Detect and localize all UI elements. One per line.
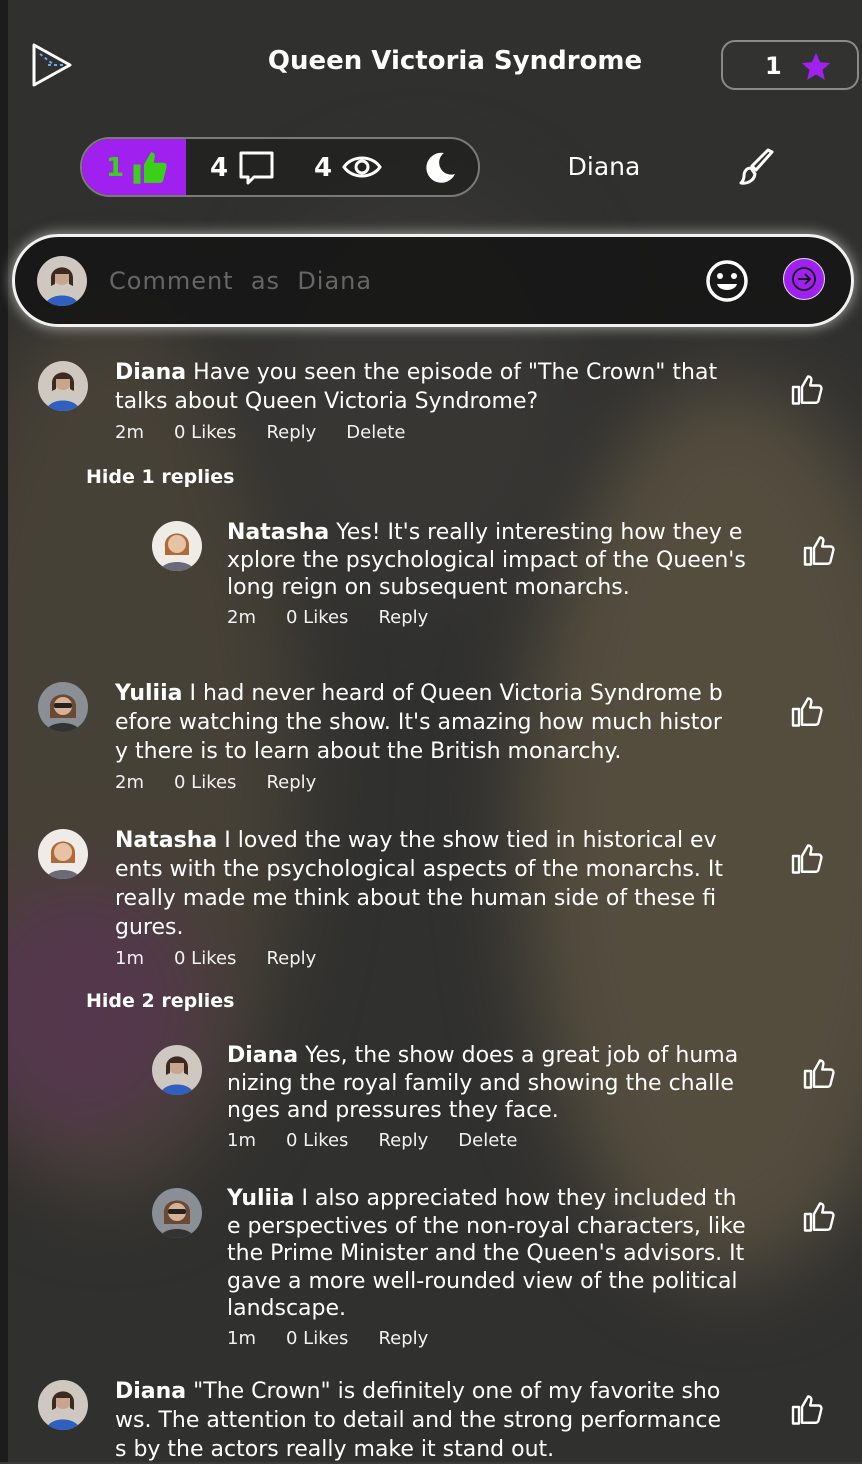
comment-text: Yes, the show does a great job of humani… <box>227 1043 739 1123</box>
like-count: 1 <box>106 153 125 183</box>
arrow-right-icon <box>792 267 816 291</box>
comment: Yuliia I had never heard of Queen Victor… <box>115 679 727 793</box>
emoji-icon[interactable] <box>705 259 749 303</box>
thumbs-up-icon[interactable] <box>790 1392 826 1428</box>
comment-author[interactable]: Diana <box>115 360 186 385</box>
stats-bar: 1 4 4 <box>80 137 480 197</box>
reply-comment: Diana Yes, the show does a great job of … <box>227 1042 747 1151</box>
star-icon <box>801 52 831 80</box>
comment-likes: 0 Likes <box>286 1129 349 1151</box>
comment-time: 1m <box>227 1327 256 1349</box>
page-title: Queen Victoria Syndrome <box>267 46 643 76</box>
comment-likes: 0 Likes <box>286 1327 349 1349</box>
send-button[interactable] <box>783 258 825 300</box>
comment-time: 2m <box>227 606 256 628</box>
delete-button[interactable]: Delete <box>346 422 405 443</box>
paintbrush-icon[interactable] <box>738 148 778 188</box>
view-count: 4 <box>314 153 333 183</box>
like-button[interactable]: 1 <box>82 139 186 195</box>
thumbs-up-icon[interactable] <box>802 533 838 569</box>
comment-likes: 0 Likes <box>286 606 349 628</box>
eye-icon <box>342 156 382 178</box>
thumbs-up-icon[interactable] <box>790 372 826 408</box>
reply-button[interactable]: Reply <box>378 1130 428 1151</box>
comment-text: I had never heard of Queen Victoria Synd… <box>115 681 723 764</box>
comment-author[interactable]: Natasha <box>227 520 329 545</box>
avatar <box>152 1188 202 1238</box>
comment-likes: 0 Likes <box>174 422 237 443</box>
comment-time: 1m <box>227 1129 256 1151</box>
reply-comment: Yuliia I also appreciated how they inclu… <box>227 1185 747 1349</box>
thumbs-up-icon[interactable] <box>790 694 826 730</box>
comment-composer <box>12 234 854 327</box>
reply-button[interactable]: Reply <box>378 607 428 628</box>
comment: Natasha I loved the way the show tied in… <box>115 826 727 969</box>
comment-time: 1m <box>115 948 144 969</box>
thumbs-up-icon[interactable] <box>790 841 826 877</box>
comment-author[interactable]: Yuliia <box>227 1186 294 1211</box>
comment-author[interactable]: Yuliia <box>115 681 182 706</box>
reply-comment: Natasha Yes! It's really interesting how… <box>227 519 747 628</box>
comment-author[interactable]: Diana <box>115 1379 186 1404</box>
comment-text: "The Crown" is definitely one of my favo… <box>115 1379 721 1462</box>
hide-replies-toggle[interactable]: Hide 2 replies <box>86 990 234 1012</box>
moon-icon[interactable] <box>422 150 458 186</box>
hide-replies-toggle[interactable]: Hide 1 replies <box>86 466 234 488</box>
comment-input[interactable] <box>107 263 671 299</box>
avatar <box>38 1380 88 1430</box>
app-logo-icon[interactable] <box>30 42 74 88</box>
reply-button[interactable]: Reply <box>266 422 316 443</box>
avatar <box>37 256 87 306</box>
comment: Diana Have you seen the episode of "The … <box>115 358 727 443</box>
comment-author[interactable]: Diana <box>227 1043 298 1068</box>
comment-count: 4 <box>210 153 229 183</box>
thumbs-up-filled-icon <box>133 152 167 184</box>
avatar <box>38 682 88 732</box>
thumbs-up-icon[interactable] <box>802 1056 838 1092</box>
comment-likes: 0 Likes <box>174 948 237 969</box>
comment-time: 2m <box>115 772 144 793</box>
current-username: Diana <box>567 152 641 181</box>
reply-button[interactable]: Reply <box>378 1328 428 1349</box>
comment-likes: 0 Likes <box>174 772 237 793</box>
comment: Diana "The Crown" is definitely one of m… <box>115 1377 727 1464</box>
comment-time: 2m <box>115 422 144 443</box>
avatar <box>152 521 202 571</box>
star-rating-button[interactable]: 1 <box>721 40 859 90</box>
thumbs-up-icon[interactable] <box>802 1199 838 1235</box>
reply-button[interactable]: Reply <box>266 772 316 793</box>
delete-button[interactable]: Delete <box>458 1130 517 1151</box>
avatar <box>38 361 88 411</box>
avatar <box>152 1045 202 1095</box>
window-edge <box>0 0 8 1462</box>
comment-icon[interactable] <box>238 150 276 186</box>
star-count: 1 <box>765 52 782 80</box>
comment-text: Have you seen the episode of "The Crown"… <box>115 360 718 414</box>
reply-button[interactable]: Reply <box>266 948 316 969</box>
comment-author[interactable]: Natasha <box>115 828 217 853</box>
comment-text: I also appreciated how they included the… <box>227 1186 746 1321</box>
avatar <box>38 829 88 879</box>
